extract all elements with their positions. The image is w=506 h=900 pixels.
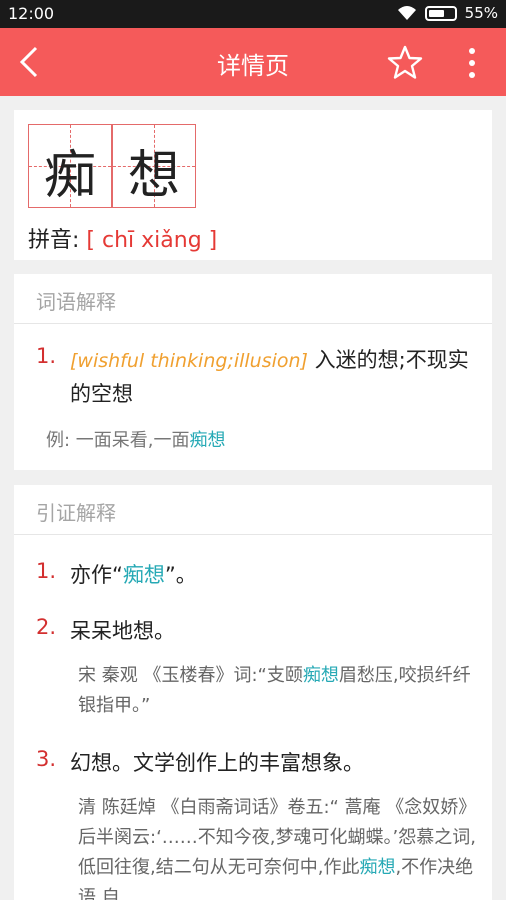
word-card: 痴 想 拼音: [ chī xiǎng ]	[14, 110, 492, 260]
example-text: 例: 一面呆看,一面	[46, 430, 190, 451]
char-grid-1: 痴	[28, 124, 112, 208]
section-title: 引证解释	[14, 485, 492, 535]
status-time: 12:00	[8, 4, 55, 23]
example-line: 例: 一面呆看,一面痴想	[46, 426, 492, 452]
quote-highlight[interactable]: 痴想	[303, 665, 339, 686]
word-char: 想	[127, 146, 180, 206]
english-gloss: [wishful thinking;illusion]	[70, 350, 308, 372]
quote-highlight[interactable]: 痴想	[359, 857, 395, 878]
battery-percent: 55%	[464, 4, 498, 22]
section-title: 词语解释	[14, 274, 492, 324]
more-vertical-icon[interactable]	[454, 42, 490, 84]
citation-card: 引证解释 1. 亦作“痴想”。 2. 呆呆地想。 宋 秦观 《玉楼春》词:“支颐…	[14, 485, 492, 900]
citation-highlight[interactable]: 痴想	[123, 563, 165, 587]
status-right-group: 55%	[397, 4, 498, 22]
word-char: 痴	[43, 146, 96, 206]
citation-text: 亦作“痴想”。	[70, 559, 476, 592]
pinyin-row: 拼音: [ chī xiǎng ]	[28, 222, 217, 254]
item-number: 1.	[36, 559, 57, 583]
pinyin-value: [ chī xiǎng ]	[86, 228, 218, 253]
citation-text-pre: 亦作“	[70, 563, 123, 587]
citation-quote: 宋 秦观 《玉楼春》词:“支颐痴想眉愁压,咬损纤纤银指甲。”	[78, 661, 482, 721]
item-number: 2.	[36, 615, 57, 639]
citation-text-post: ”。	[164, 563, 197, 587]
toolbar: 详情页	[0, 28, 506, 96]
pinyin-label: 拼音:	[28, 228, 80, 253]
status-bar: 12:00 55%	[0, 0, 506, 28]
citation-quote: 清 陈廷焯 《白雨斋词话》卷五:“ 蒿庵 《念奴娇》后半阕云:‘……不知今夜,梦…	[78, 793, 482, 900]
meaning-card: 词语解释 1. [wishful thinking;illusion] 入迷的想…	[14, 274, 492, 470]
quote-text-pre: 宋 秦观 《玉楼春》词:“支颐	[78, 665, 303, 686]
wifi-icon	[397, 6, 416, 20]
citation-text: 呆呆地想。	[70, 619, 175, 643]
page-title: 详情页	[217, 52, 289, 80]
item-number: 1.	[36, 344, 57, 368]
example-highlight[interactable]: 痴想	[190, 430, 226, 451]
meaning-text: [wishful thinking;illusion] 入迷的想;不现实的空想	[70, 344, 476, 411]
item-number: 3.	[36, 747, 57, 771]
citation-text: 幻想。文学创作上的丰富想象。	[70, 751, 364, 775]
char-grid-2: 想	[112, 124, 196, 208]
battery-icon	[424, 5, 457, 21]
star-outline-icon[interactable]	[384, 42, 426, 84]
